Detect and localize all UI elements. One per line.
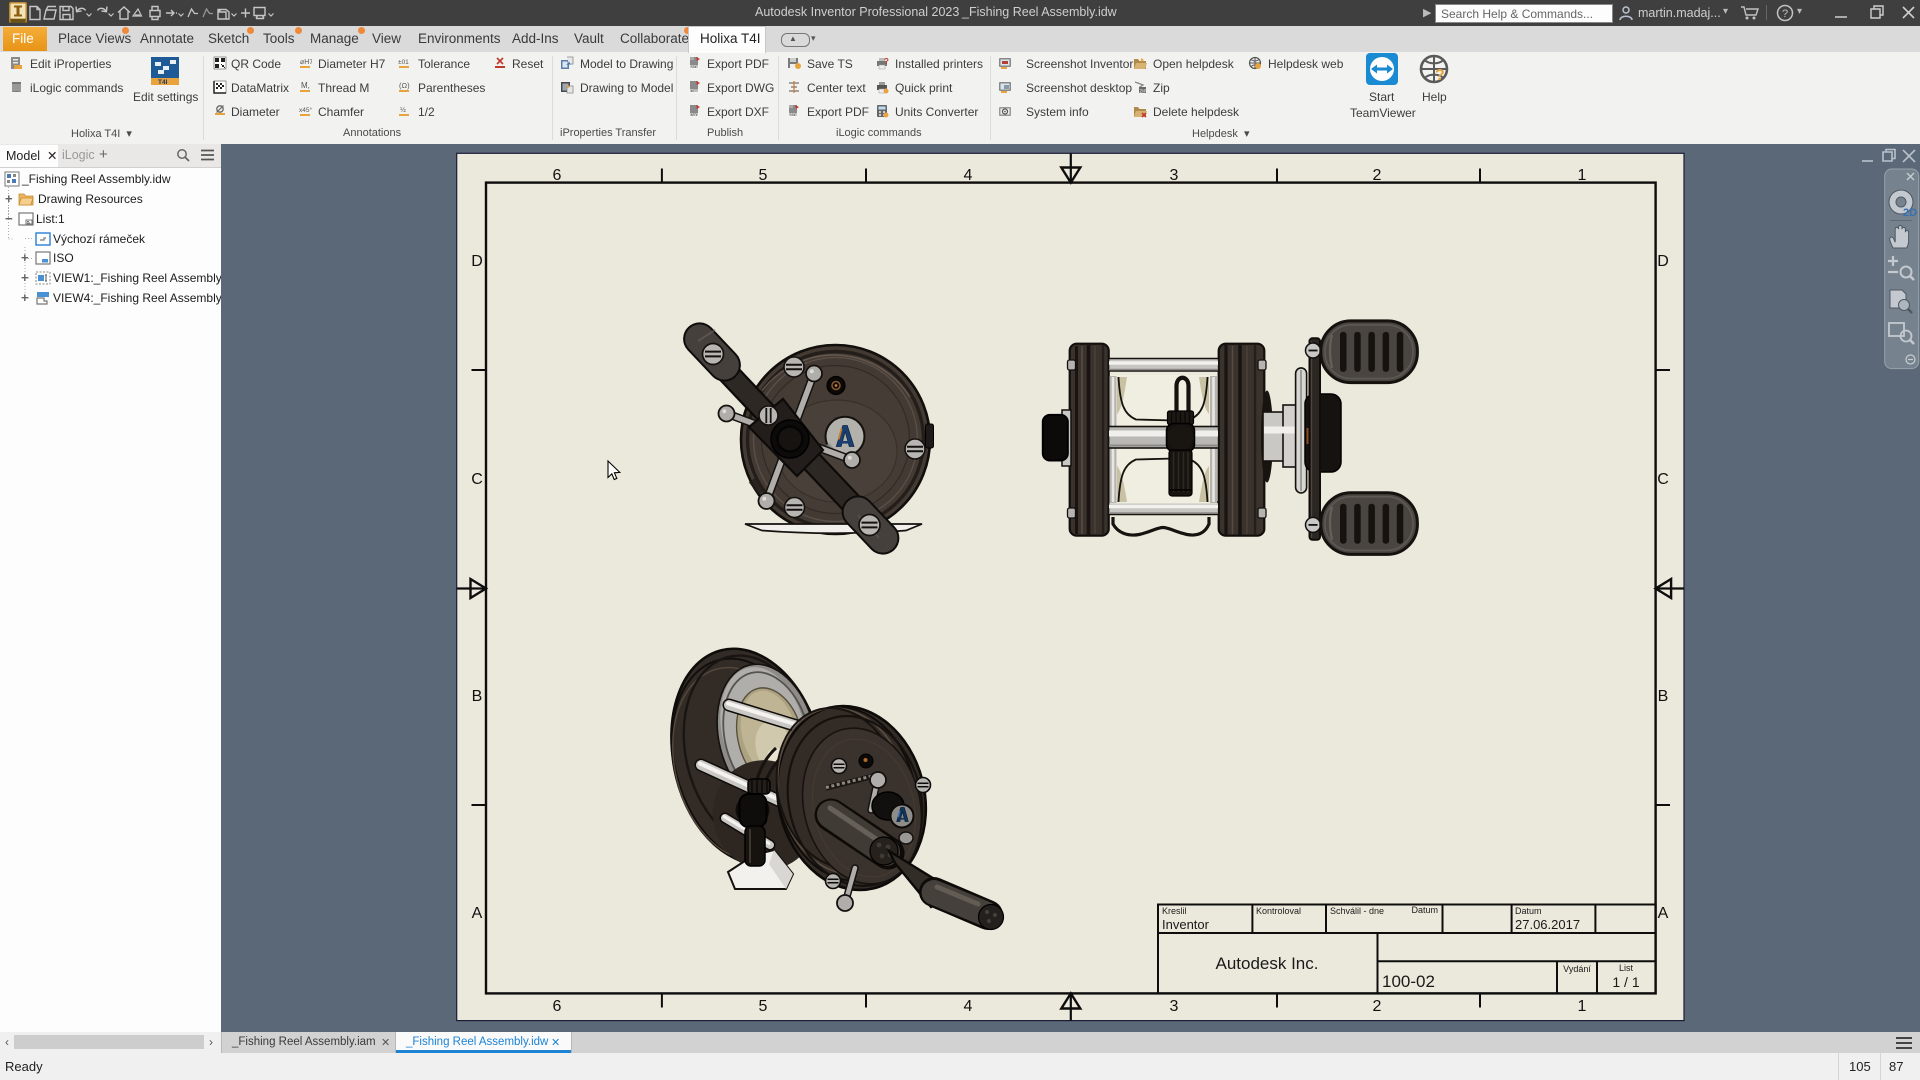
svg-text:Schválil - dne: Schválil - dne bbox=[1330, 906, 1384, 916]
svg-text:?: ? bbox=[1435, 67, 1445, 84]
svg-text:DXF: DXF bbox=[690, 113, 700, 118]
svg-text:6: 6 bbox=[553, 167, 562, 184]
svg-text:½: ½ bbox=[400, 106, 406, 114]
svg-text:3: 3 bbox=[1170, 167, 1179, 184]
svg-text:Autodesk Inc.: Autodesk Inc. bbox=[1215, 954, 1318, 973]
svg-text:x45°: x45° bbox=[299, 106, 312, 114]
svg-text:ZIP: ZIP bbox=[1140, 89, 1147, 94]
svg-text:T4I: T4I bbox=[158, 79, 168, 86]
svg-text:B: B bbox=[472, 688, 483, 705]
svg-text:Vydání: Vydání bbox=[1563, 964, 1591, 974]
svg-text:2: 2 bbox=[1373, 167, 1382, 184]
svg-text:(Ω): (Ω) bbox=[399, 81, 410, 90]
svg-text:4: 4 bbox=[964, 998, 973, 1015]
svg-text:4: 4 bbox=[964, 167, 973, 184]
svg-text:Kontroloval: Kontroloval bbox=[1256, 906, 1301, 916]
svg-text:Kreslil: Kreslil bbox=[1162, 906, 1187, 916]
svg-text:A: A bbox=[1658, 905, 1669, 922]
svg-text:3: 3 bbox=[1170, 998, 1179, 1015]
svg-text:B: B bbox=[1658, 688, 1669, 705]
svg-text:List: List bbox=[1619, 963, 1634, 973]
svg-text:A: A bbox=[472, 905, 483, 922]
svg-text:100-02: 100-02 bbox=[1382, 972, 1435, 991]
svg-text:⌀H7: ⌀H7 bbox=[300, 59, 312, 66]
svg-text:Datum: Datum bbox=[1515, 906, 1542, 916]
svg-text:C: C bbox=[1657, 471, 1669, 488]
svg-text:M,: M, bbox=[301, 81, 310, 90]
svg-text:1: 1 bbox=[1578, 998, 1587, 1015]
svg-text:±01: ±01 bbox=[398, 59, 409, 66]
svg-text:PDF: PDF bbox=[690, 65, 700, 70]
svg-text:D: D bbox=[471, 253, 483, 270]
svg-text:2: 2 bbox=[1373, 998, 1382, 1015]
svg-text:D: D bbox=[1657, 253, 1669, 270]
svg-text:C: C bbox=[471, 471, 483, 488]
svg-text:2D: 2D bbox=[1903, 207, 1917, 219]
svg-text:5: 5 bbox=[759, 998, 768, 1015]
svg-text:5: 5 bbox=[759, 167, 768, 184]
svg-text:PDF: PDF bbox=[789, 113, 799, 118]
svg-text:Inventor: Inventor bbox=[1162, 917, 1210, 932]
svg-text:Datum: Datum bbox=[1411, 905, 1438, 915]
svg-text:?: ? bbox=[1782, 8, 1788, 20]
svg-text:1: 1 bbox=[1578, 167, 1587, 184]
svg-text:DWG: DWG bbox=[690, 89, 702, 94]
svg-text:1 / 1: 1 / 1 bbox=[1612, 974, 1639, 990]
svg-text:6: 6 bbox=[553, 998, 562, 1015]
svg-text:27.06.2017: 27.06.2017 bbox=[1515, 917, 1580, 932]
svg-text:?: ? bbox=[884, 57, 889, 66]
